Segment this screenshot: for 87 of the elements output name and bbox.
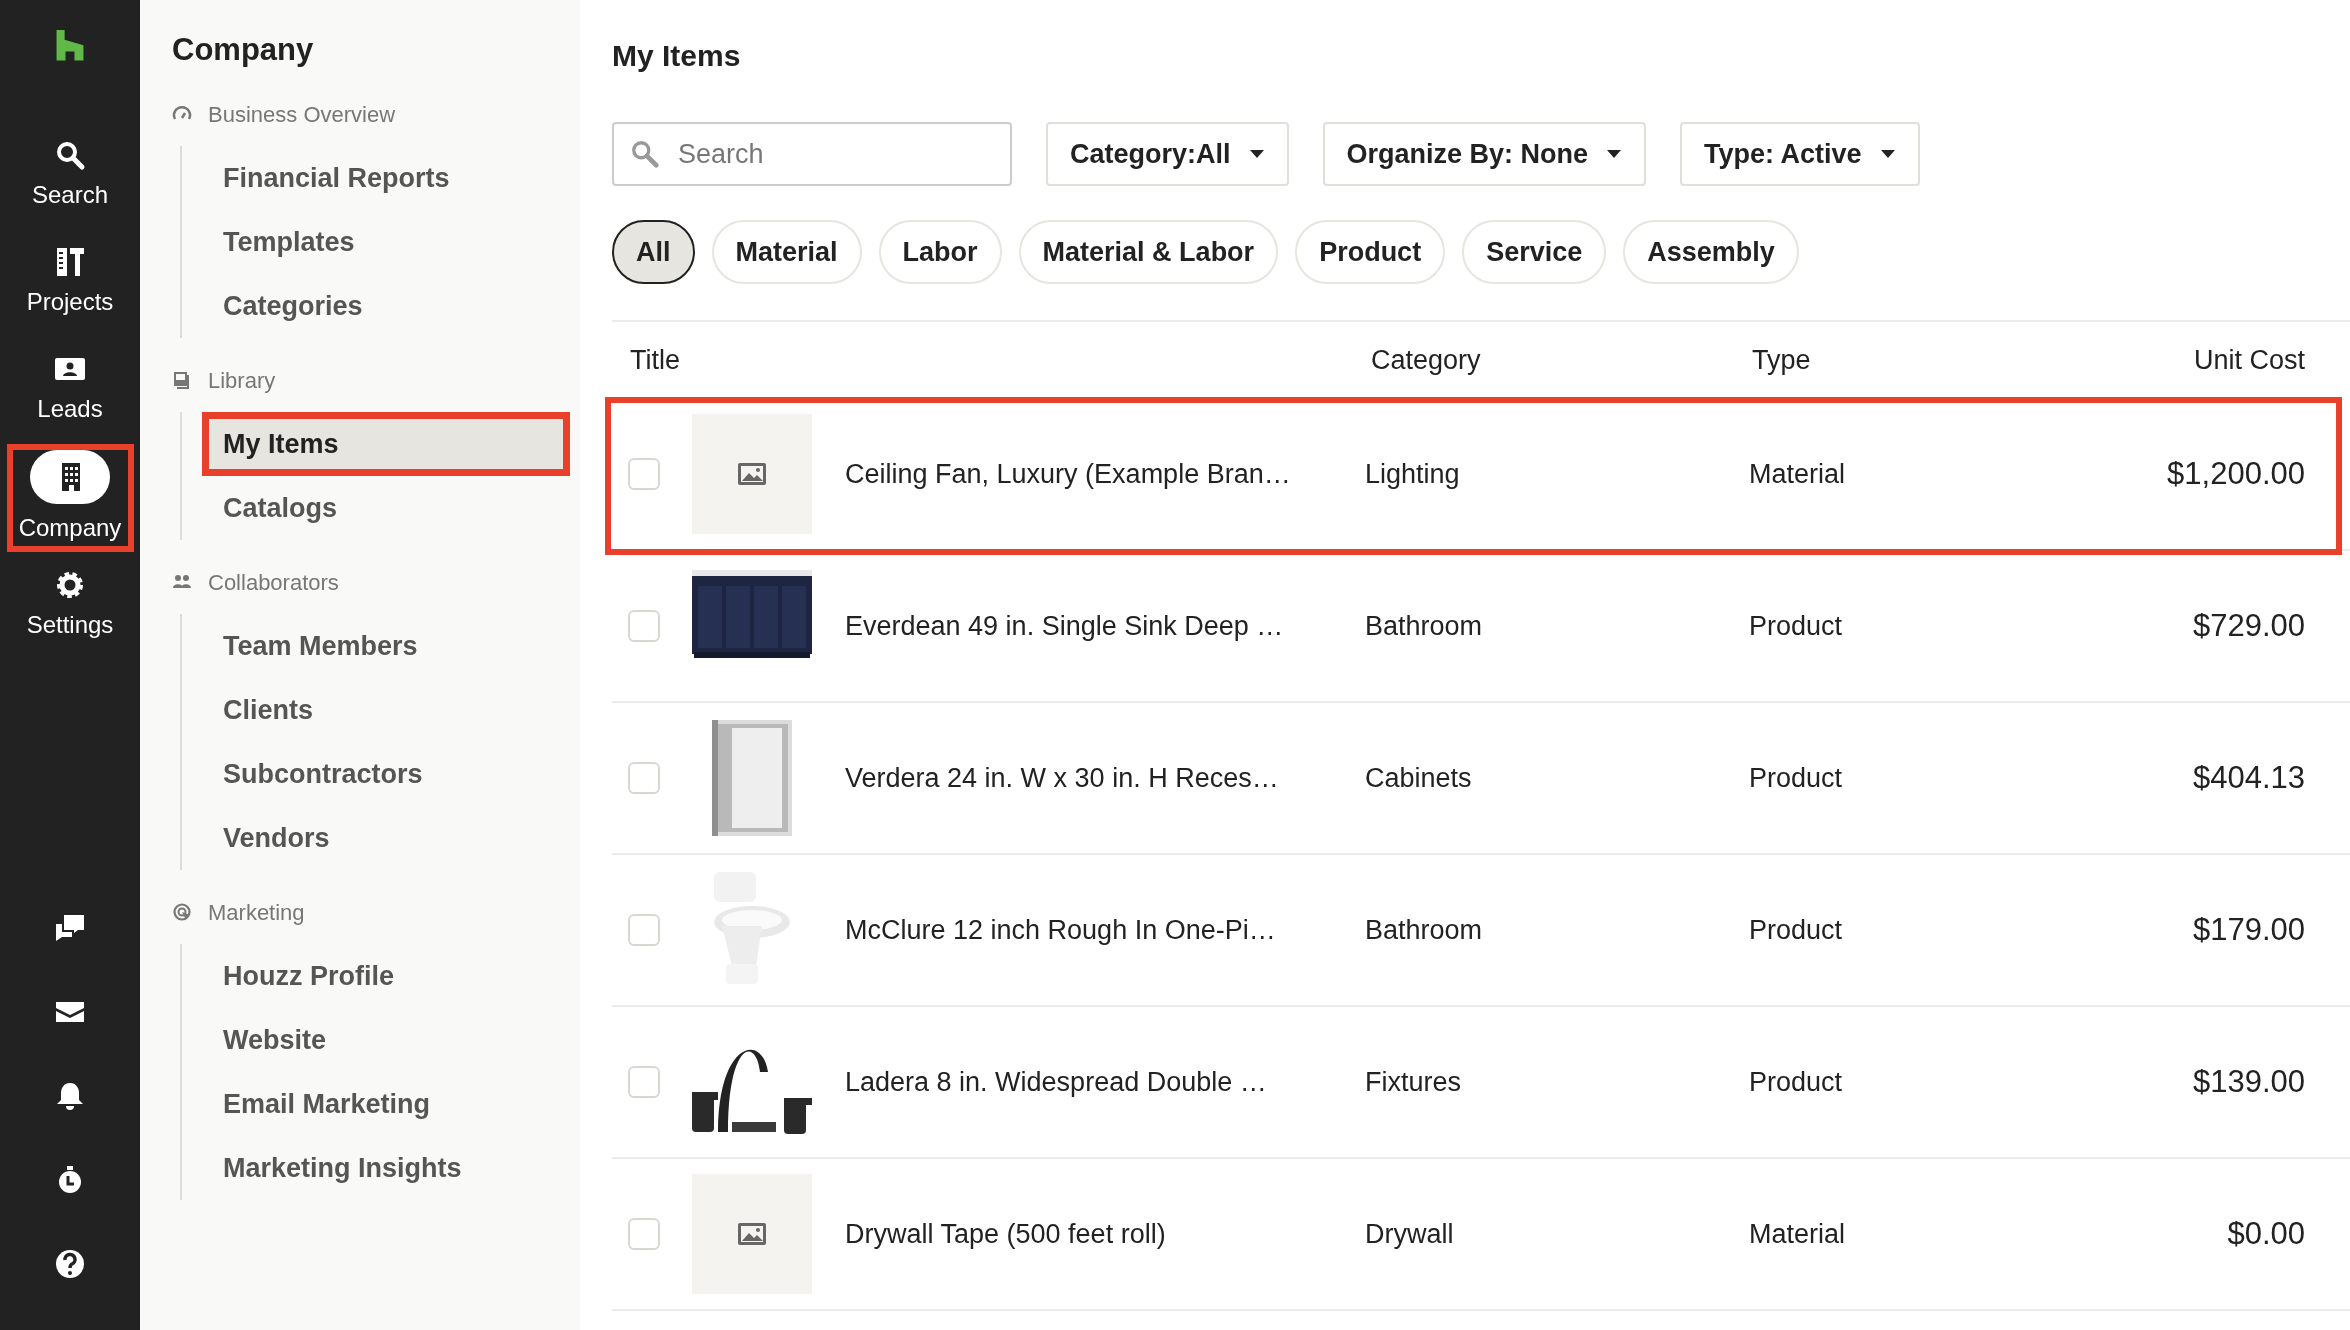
item-title: Verdera 24 in. W x 30 in. H Reces… (845, 761, 1280, 795)
rail-nav-item[interactable]: Company (6, 444, 134, 552)
sidebar-item[interactable]: Website (202, 1008, 570, 1072)
search-field[interactable]: Search (612, 122, 1012, 186)
table-cell-text: Drywall (1365, 1217, 1455, 1251)
filter-dropdown[interactable]: Type: Active (1680, 122, 1920, 186)
sidebar-item[interactable]: Categories (202, 274, 570, 338)
search-icon (630, 139, 660, 169)
filter-chip[interactable]: Product (1295, 220, 1446, 284)
rail-nav-item[interactable]: Search (6, 122, 134, 230)
table-cell-text: Bathroom (1365, 913, 1484, 947)
page-title: My Items (612, 38, 742, 74)
column-header: Category (1370, 344, 1482, 378)
table-cell-text: Product (1749, 609, 1844, 643)
help-icon[interactable] (54, 1248, 86, 1281)
filter-chip[interactable]: Material & Labor (1018, 220, 1279, 284)
filter-chip[interactable]: Labor (878, 220, 1002, 284)
section-label: Business Overview (208, 100, 396, 129)
table-cell-text: Product (1749, 1065, 1844, 1099)
sidebar-item[interactable]: My Items (202, 412, 570, 476)
filter-chip[interactable]: Service (1462, 220, 1607, 284)
row-checkbox[interactable] (628, 1218, 660, 1250)
sidebar-title: Company (172, 31, 315, 69)
caret-icon (1248, 149, 1265, 159)
filter-chip[interactable]: Assembly (1623, 220, 1799, 284)
column-header: Title (629, 344, 681, 378)
table-row[interactable]: McClure 12 inch Rough In One-Pi… Bathroom Product $179.00 (612, 855, 2350, 1007)
section-label: Collaborators (208, 568, 339, 597)
table-cell-text: $0.00 (2227, 1214, 2305, 1253)
section-label: Library (208, 366, 276, 395)
row-checkbox[interactable] (628, 762, 660, 794)
sidebar-item[interactable]: Vendors (202, 806, 570, 870)
item-title: McClure 12 inch Rough In One-Pi… (845, 913, 1277, 947)
rail-nav-item[interactable]: Leads (6, 336, 134, 444)
sidebar-item[interactable]: Houzz Profile (202, 944, 570, 1008)
table-cell-text: $1,200.00 (2167, 454, 2305, 493)
table-cell-text: $139.00 (2192, 1062, 2305, 1101)
filter-dropdown[interactable]: Category:All (1046, 122, 1289, 186)
sidebar-item[interactable]: Clients (202, 678, 570, 742)
table-cell-text: $404.13 (2192, 758, 2305, 797)
image-icon (738, 1223, 766, 1245)
table-row[interactable]: Verdera 24 in. W x 30 in. H Reces… Cabinets Product $404.13 (612, 703, 2350, 855)
row-checkbox[interactable] (628, 458, 660, 490)
table-cell-text: Material (1749, 457, 1847, 491)
table-cell-text: Lighting (1365, 457, 1461, 491)
table-row[interactable]: Ceiling Fan, Luxury (Example Bran… Lighting Material $1,200.00 (612, 399, 2350, 551)
column-header: Type (1751, 344, 1812, 378)
table-cell-text: Product (1749, 913, 1844, 947)
item-title: Ceiling Fan, Luxury (Example Bran… (845, 457, 1292, 491)
logo-icon (55, 30, 85, 61)
rail-nav-item[interactable]: Projects (6, 229, 134, 337)
row-checkbox[interactable] (628, 610, 660, 642)
table-cell-text: Material (1749, 1217, 1847, 1251)
table-row[interactable]: Everdean 49 in. Single Sink Deep … Bathroom Product $729.00 (612, 551, 2350, 703)
table-row[interactable]: Ladera 8 in. Widespread Double … Fixtures Product $139.00 (612, 1007, 2350, 1159)
item-title: Drywall Tape (500 feet roll) (845, 1217, 1167, 1251)
table-cell-text: $729.00 (2192, 606, 2305, 645)
ruler-and-hammer-icon (54, 246, 86, 279)
table-cell-text: Product (1749, 761, 1844, 795)
filter-chip[interactable]: All (612, 220, 695, 284)
table-cell-text: Cabinets (1365, 761, 1473, 795)
sidebar-item[interactable]: Subcontractors (202, 742, 570, 806)
book-icon (172, 370, 192, 390)
sidebar-item[interactable]: Team Members (202, 614, 570, 678)
column-header: Unit Cost (2193, 344, 2305, 378)
sidebar-item[interactable]: Email Marketing (202, 1072, 570, 1136)
table-row[interactable]: Drywall Tape (500 feet roll) Drywall Material $0.00 (612, 1159, 2350, 1311)
table-cell-text: Fixtures (1365, 1065, 1463, 1099)
row-checkbox[interactable] (628, 914, 660, 946)
sidebar-item[interactable]: Templates (202, 210, 570, 274)
table-cell-text: $179.00 (2192, 910, 2305, 949)
section-label: Marketing (208, 898, 305, 927)
search-icon (54, 139, 86, 172)
caret-icon (1606, 149, 1623, 159)
filter-dropdown[interactable]: Organize By: None (1322, 122, 1647, 186)
target-cursor-icon (172, 902, 192, 922)
row-checkbox[interactable] (628, 1066, 660, 1098)
image-icon (738, 463, 766, 485)
table-cell-text: Bathroom (1365, 609, 1484, 643)
rail-nav-item[interactable]: Settings (6, 552, 134, 660)
caret-icon (1879, 149, 1896, 159)
sidebar-item[interactable]: Financial Reports (202, 146, 570, 210)
item-title: Everdean 49 in. Single Sink Deep … (845, 609, 1285, 643)
filter-chip[interactable]: Material (711, 220, 862, 284)
sidebar-item[interactable]: Catalogs (202, 476, 570, 540)
item-title: Ladera 8 in. Widespread Double … (845, 1065, 1268, 1099)
sidebar-item[interactable]: Marketing Insights (202, 1136, 570, 1200)
